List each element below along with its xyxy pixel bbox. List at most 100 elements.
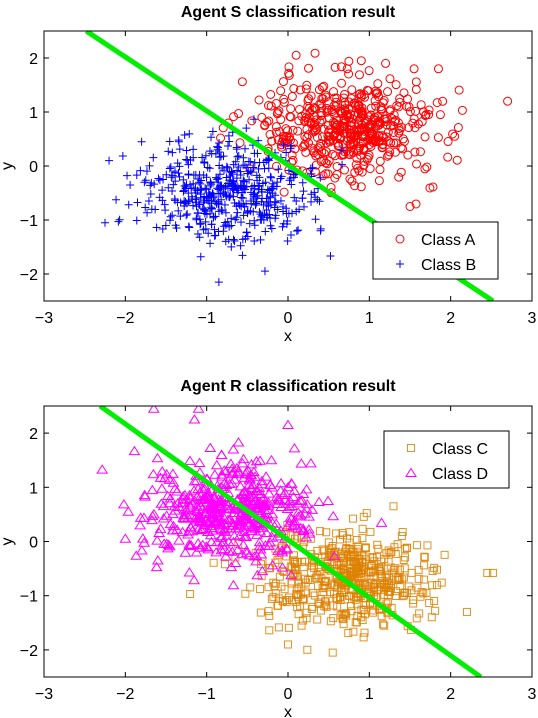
data-point — [294, 226, 303, 235]
data-point — [232, 213, 241, 222]
data-point — [96, 464, 109, 474]
data-point — [168, 211, 177, 220]
data-point — [250, 455, 263, 466]
data-point — [271, 198, 280, 207]
data-point — [224, 131, 233, 140]
legend-label-class-b: Class B — [421, 257, 476, 274]
x-tick-label: 2 — [446, 686, 455, 703]
data-point — [433, 133, 443, 143]
data-point — [250, 237, 259, 245]
data-point — [409, 114, 419, 124]
data-point — [256, 585, 265, 594]
data-point — [183, 209, 192, 218]
data-point — [144, 196, 153, 205]
data-point — [134, 519, 147, 530]
y-tick-label: −1 — [20, 589, 38, 606]
data-point — [183, 567, 196, 577]
data-point — [135, 545, 148, 555]
data-point — [287, 92, 297, 102]
data-point — [154, 174, 163, 183]
data-point — [316, 226, 325, 235]
data-point — [237, 77, 247, 87]
data-point — [182, 146, 191, 155]
data-point — [453, 123, 463, 133]
y-axis-label: y — [0, 538, 16, 546]
data-point — [306, 164, 315, 173]
legend-label-class-a: Class A — [421, 232, 476, 249]
data-point — [276, 196, 285, 205]
data-point — [214, 143, 223, 152]
legend-label-class-d: Class D — [432, 466, 488, 483]
y-tick-label: −2 — [20, 643, 38, 660]
data-point — [295, 458, 308, 468]
data-point — [411, 84, 421, 94]
data-point — [416, 100, 426, 110]
data-point — [185, 129, 194, 138]
data-point — [123, 171, 132, 180]
data-point — [292, 226, 301, 235]
data-point — [147, 468, 160, 479]
data-point — [204, 442, 217, 453]
data-point — [186, 589, 195, 598]
x-axis-label: x — [284, 328, 292, 345]
data-point — [366, 527, 375, 536]
data-point — [311, 215, 320, 224]
data-point — [284, 640, 292, 649]
data-point — [432, 580, 441, 589]
data-point — [242, 124, 251, 133]
data-point — [119, 533, 132, 543]
data-point — [206, 239, 215, 248]
chart-agent-s: Agent S classification result −3 −2 −1 0 1 2 3… — [0, 4, 537, 345]
data-point — [229, 235, 238, 244]
data-point — [287, 180, 296, 189]
data-point — [422, 162, 432, 172]
data-point — [175, 145, 184, 154]
legend: Class A Class B — [372, 221, 499, 280]
data-point — [425, 599, 434, 608]
data-point — [260, 471, 273, 481]
data-point — [276, 86, 286, 96]
data-point — [356, 56, 366, 66]
legend: Class C Class D — [383, 430, 510, 489]
data-point — [114, 217, 123, 226]
x-tick-label: −2 — [116, 686, 134, 703]
data-point — [192, 406, 205, 413]
data-point — [151, 535, 164, 545]
chart-title: Agent S classification result — [181, 4, 396, 21]
data-point — [394, 172, 404, 182]
data-point — [188, 414, 201, 424]
data-point — [415, 609, 424, 618]
data-point — [264, 164, 273, 173]
data-point — [354, 70, 364, 80]
data-point — [147, 406, 160, 413]
data-point — [290, 193, 299, 202]
x-tick-label: −2 — [116, 310, 134, 327]
data-point — [242, 228, 251, 237]
data-point — [185, 223, 194, 232]
data-point — [412, 159, 422, 169]
data-point — [278, 77, 288, 87]
data-point — [118, 498, 130, 509]
data-point — [136, 166, 145, 175]
data-point — [166, 162, 175, 171]
data-point — [365, 164, 375, 174]
data-point — [437, 578, 446, 587]
data-point — [443, 137, 453, 147]
data-point — [124, 200, 133, 209]
data-point — [176, 212, 185, 221]
data-point — [207, 180, 216, 189]
data-point — [374, 176, 384, 186]
data-point — [257, 112, 267, 122]
data-point — [391, 80, 401, 90]
data-point — [256, 608, 265, 617]
data-point — [327, 510, 340, 521]
data-point — [239, 153, 248, 162]
data-point — [299, 187, 308, 196]
data-point — [168, 148, 177, 157]
data-point — [304, 63, 314, 73]
x-tick-label: 3 — [528, 686, 537, 703]
data-point — [192, 214, 201, 223]
data-point — [126, 181, 135, 190]
x-tick-label: −1 — [198, 310, 216, 327]
data-point — [201, 151, 210, 160]
